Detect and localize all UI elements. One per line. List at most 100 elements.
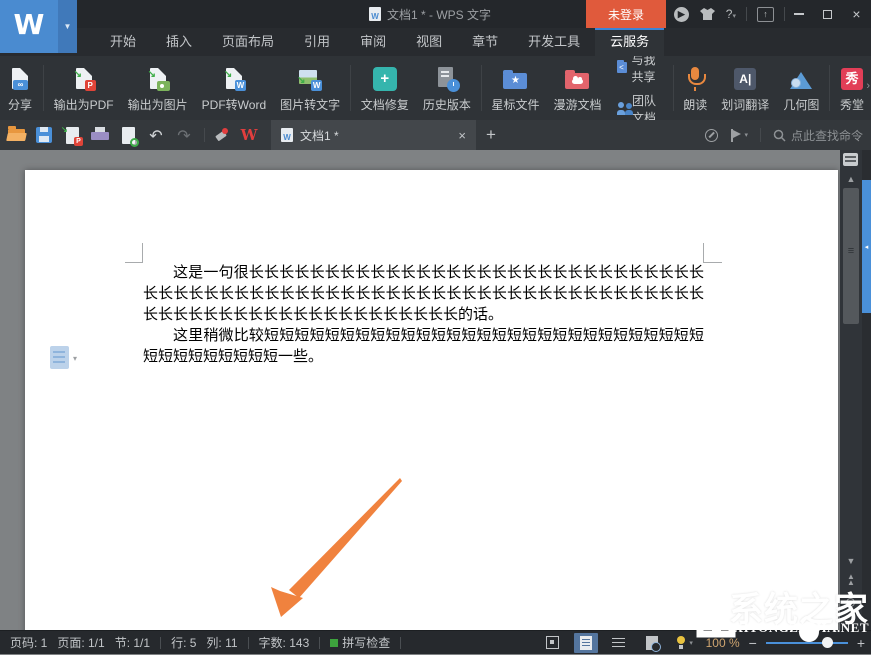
close-button[interactable]: × [842, 0, 871, 28]
scroll-up-arrow[interactable]: ▲ [840, 174, 862, 184]
microphone-icon [687, 67, 703, 91]
roaming-folder-icon [565, 73, 589, 89]
divider [746, 7, 747, 21]
save-button[interactable] [32, 123, 56, 147]
tab-insert[interactable]: 插入 [151, 28, 207, 56]
undo-icon: ↶ [149, 126, 162, 145]
open-file-button[interactable] [4, 123, 28, 147]
page-view-button[interactable] [574, 633, 598, 653]
paragraph-long[interactable]: 这是一句很长长长长长长长长长长长长长长长长长长长长长长长长长长长长长长长长长长长… [143, 263, 704, 326]
margin-mark [703, 243, 704, 263]
export-pdf-quick-button[interactable]: ↘P [60, 123, 84, 147]
new-tab-button[interactable]: + [486, 125, 496, 145]
scrollbar-thumb[interactable] [843, 188, 859, 324]
doc-repair-button[interactable]: + 文档修复 [354, 56, 416, 120]
geometry-icon [788, 68, 814, 90]
zoom-slider[interactable] [766, 642, 848, 644]
zoom-in-button[interactable]: + [857, 635, 865, 651]
image-to-text-button[interactable]: ↘W 图片转文字 [273, 56, 347, 120]
share-button[interactable]: ∞ 分享 [0, 56, 40, 120]
document-text[interactable]: 这是一句很长长长长长长长长长长长长长长长长长长长长长长长长长长长长长长长长长长长… [143, 263, 704, 368]
web-view-button[interactable] [640, 633, 664, 653]
paragraph-short[interactable]: 这里稍微比较短短短短短短短短短短短短短短短短短短短短短短短短短短短短短短短短短短… [143, 326, 704, 368]
divider [829, 65, 830, 111]
margin-mark [142, 243, 143, 263]
zoom-level[interactable]: 100 % [706, 636, 740, 650]
print-button[interactable] [88, 123, 112, 147]
skin-icon[interactable] [699, 7, 716, 21]
shared-with-me-button[interactable]: < 与我共享 [617, 56, 662, 85]
undo-button[interactable]: ↶ [144, 123, 168, 147]
ink-pen-icon[interactable] [705, 129, 718, 142]
document-page[interactable]: 这是一句很长长长长长长长长长长长长长长长长长长长长长长长长长长长长长长长长长长长… [25, 170, 838, 630]
zoom-slider-knob[interactable] [822, 637, 833, 648]
wps-hotspot-button[interactable]: W [237, 123, 261, 147]
tab-page-layout[interactable]: 页面布局 [207, 28, 289, 56]
divider [248, 637, 249, 649]
tab-home[interactable]: 开始 [95, 28, 151, 56]
export-pdf-button[interactable]: ↘P 输出为PDF [47, 56, 121, 120]
print-preview-button[interactable] [116, 123, 140, 147]
geometry-button[interactable]: 几何图 [776, 56, 826, 120]
find-command-box[interactable]: 点此查找命令 [773, 127, 863, 144]
flag-menu[interactable]: ▾ [730, 129, 748, 142]
lightbulb-icon [676, 636, 686, 650]
web-view-icon [646, 636, 658, 650]
redo-button[interactable]: ↷ [172, 123, 196, 147]
status-section[interactable]: 节: 1/1 [115, 634, 150, 651]
vertical-scrollbar[interactable]: ▲ ▼ ▲▲ [840, 150, 862, 630]
fullscreen-view-button[interactable] [541, 633, 565, 653]
assistant-button[interactable]: ▾ [673, 633, 697, 653]
roaming-docs-button[interactable]: 漫游文档 [546, 56, 608, 120]
translate-icon: A| [734, 68, 756, 90]
collapse-ribbon-icon[interactable]: ↑ [757, 7, 774, 22]
status-page-number[interactable]: 页码: 1 [10, 634, 47, 651]
ribbon-expand-chevron[interactable]: › [866, 80, 870, 92]
team-people-icon [617, 102, 628, 115]
xiutang-button[interactable]: 秀 秀堂 [833, 56, 871, 120]
wps-vip-icon[interactable]: ▶ [674, 7, 689, 22]
doc-repair-icon: + [373, 67, 397, 91]
zoom-out-button[interactable]: − [749, 635, 757, 651]
document-area[interactable]: 这是一句很长长长长长长长长长长长长长长长长长长长长长长长长长长长长长长长长长长长… [0, 150, 840, 630]
word-translate-button[interactable]: A| 划词翻译 [714, 56, 776, 120]
status-word-count[interactable]: 字数: 143 [259, 634, 310, 651]
previous-page-button[interactable]: ▲▲ [840, 574, 862, 586]
tab-references[interactable]: 引用 [289, 28, 345, 56]
select-browse-object-button[interactable] [846, 598, 855, 607]
tab-dev-tools[interactable]: 开发工具 [513, 28, 595, 56]
outline-view-button[interactable] [607, 633, 631, 653]
scroll-down-arrow[interactable]: ▼ [840, 556, 862, 566]
help-menu[interactable]: ?▾ [726, 5, 736, 23]
login-button[interactable]: 未登录 [586, 0, 666, 28]
starred-files-button[interactable]: ★ 星标文件 [484, 56, 546, 120]
paragraph-layout-button[interactable]: ▾ [50, 346, 77, 369]
minimize-button[interactable] [784, 0, 813, 28]
team-docs-button[interactable]: 团队文档 [617, 92, 662, 121]
assistant-pin-button[interactable] [209, 123, 233, 147]
tab-section[interactable]: 章节 [457, 28, 513, 56]
ruler-toggle-icon[interactable] [843, 153, 858, 166]
pdf-to-word-button[interactable]: ↘W PDF转Word [195, 56, 273, 120]
doc-tab-icon [281, 128, 293, 142]
status-column[interactable]: 列: 11 [206, 634, 237, 651]
status-page-count[interactable]: 页面: 1/1 [57, 634, 104, 651]
status-line[interactable]: 行: 5 [171, 634, 196, 651]
maximize-button[interactable] [813, 0, 842, 28]
read-aloud-button[interactable]: 朗读 [676, 56, 714, 120]
task-pane-toggle[interactable]: ◂ [862, 180, 871, 313]
page-view-icon [580, 636, 592, 650]
divider [673, 65, 674, 111]
spellcheck-toggle[interactable]: 拼写检查 [330, 634, 390, 651]
wps-menu-caret-icon[interactable]: ▼ [58, 0, 77, 53]
tab-review[interactable]: 审阅 [345, 28, 401, 56]
export-image-button[interactable]: ↘ 输出为图片 [121, 56, 195, 120]
document-tab[interactable]: 文档1 * × [271, 120, 476, 150]
wps-logo[interactable]: W ▼ [0, 0, 77, 53]
history-version-button[interactable]: 历史版本 [416, 56, 478, 120]
pdf-to-word-icon: ↘W [221, 66, 247, 92]
tab-cloud-service[interactable]: 云服务 [595, 28, 664, 56]
close-tab-icon[interactable]: × [458, 128, 466, 143]
history-version-icon [434, 66, 460, 92]
tab-view[interactable]: 视图 [401, 28, 457, 56]
